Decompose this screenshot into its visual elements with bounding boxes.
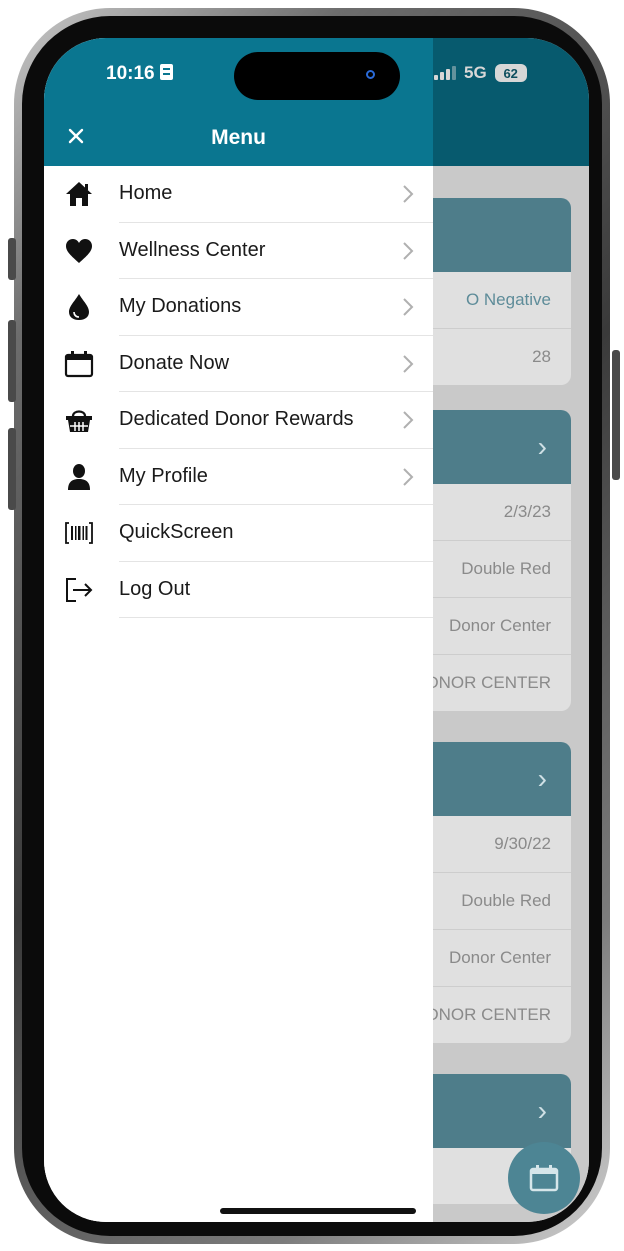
time-text: 10:16 — [106, 63, 155, 84]
calendar-icon — [529, 1165, 559, 1192]
menu-item-label: Wellness Center — [119, 238, 266, 261]
blood-drop-icon — [64, 293, 94, 321]
menu-item-label: Home — [119, 182, 173, 204]
battery-icon: 62 — [494, 64, 527, 82]
screen: O Negative 28 › 2/3/23 Double Red Donor … — [44, 38, 589, 1222]
menu-item-label: My Donations — [119, 295, 242, 317]
menu-item-log-out[interactable]: Log Out — [44, 562, 433, 618]
menu-item-home[interactable]: Home — [44, 166, 433, 223]
menu-item-label: Donate Now — [119, 351, 230, 374]
person-icon — [64, 463, 94, 491]
menu-item-label: My Profile — [119, 464, 208, 487]
schedule-fab-button[interactable] — [508, 1142, 580, 1214]
drawer-title: Menu — [211, 126, 266, 149]
dynamic-island — [234, 52, 400, 100]
menu-item-label: Log Out — [119, 577, 191, 600]
chevron-right-icon — [403, 411, 414, 429]
navigation-drawer: Menu Home Wellness Center My Donations D… — [44, 38, 433, 1222]
volume-down-button — [8, 428, 16, 510]
basket-icon — [64, 406, 94, 434]
id-card-icon — [159, 64, 173, 80]
volume-up-button — [8, 320, 16, 402]
chevron-right-icon — [403, 241, 414, 260]
status-indicators: 5G 62 — [434, 63, 527, 83]
menu-item-label: QuickScreen — [119, 521, 234, 543]
network-label: 5G — [464, 63, 487, 82]
chevron-right-icon: › — [537, 431, 547, 462]
chevron-right-icon — [403, 185, 414, 203]
signal-icon — [434, 66, 456, 80]
chevron-right-icon: › — [537, 1095, 547, 1126]
calendar-icon — [64, 350, 94, 378]
power-button — [612, 350, 620, 480]
silent-switch — [8, 238, 16, 280]
divider — [119, 617, 433, 618]
heart-icon — [64, 237, 94, 265]
menu-item-my-donations[interactable]: My Donations — [44, 279, 433, 336]
logout-icon — [64, 576, 94, 604]
home-icon — [64, 180, 94, 208]
chevron-right-icon: › — [537, 763, 547, 794]
menu-item-dedicated-donor-rewards[interactable]: Dedicated Donor Rewards — [44, 392, 433, 449]
chevron-right-icon — [403, 467, 414, 486]
menu-item-wellness-center[interactable]: Wellness Center — [44, 223, 433, 279]
menu-item-label: Dedicated Donor Rewards — [119, 408, 354, 430]
camera-indicator-icon — [366, 70, 375, 79]
menu-item-quickscreen[interactable]: QuickScreen — [44, 505, 433, 562]
status-time: 10:16 — [106, 63, 173, 85]
menu-item-donate-now[interactable]: Donate Now — [44, 336, 433, 392]
chevron-right-icon — [403, 298, 414, 316]
battery-level: 62 — [503, 65, 518, 81]
home-indicator[interactable] — [220, 1208, 416, 1214]
chevron-right-icon — [403, 354, 414, 373]
menu-list: Home Wellness Center My Donations Donate… — [44, 166, 433, 618]
menu-item-my-profile[interactable]: My Profile — [44, 449, 433, 505]
barcode-scan-icon — [64, 519, 94, 547]
